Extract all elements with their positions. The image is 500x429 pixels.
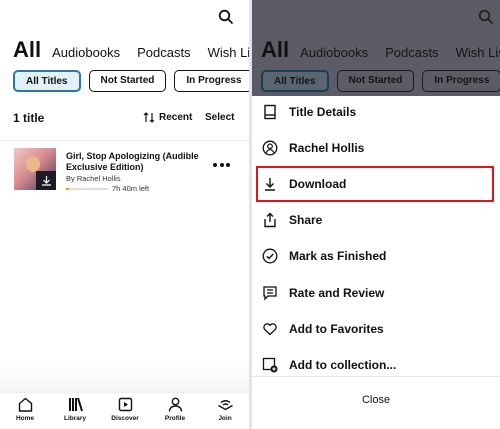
filter-not-started[interactable]: Not Started xyxy=(88,70,167,92)
menu-add-favorites-label: Add to Favorites xyxy=(289,322,384,336)
bottom-nav: Home Library Discover Profile Join xyxy=(0,392,250,429)
filter-in-progress[interactable]: In Progress xyxy=(174,70,250,92)
author-icon xyxy=(262,140,278,156)
menu-share-label: Share xyxy=(289,213,323,227)
close-button[interactable]: Close xyxy=(252,394,500,406)
tab-wishlist-dimmed: Wish List xyxy=(455,45,500,60)
sort-button[interactable]: Recent xyxy=(143,112,192,123)
sort-label: Recent xyxy=(159,112,193,123)
download-icon[interactable] xyxy=(36,171,56,190)
home-icon xyxy=(18,397,32,412)
add-collection-icon xyxy=(262,357,278,373)
profile-icon xyxy=(168,397,182,412)
menu-title-details-label: Title Details xyxy=(289,105,357,119)
discover-icon xyxy=(118,397,132,412)
menu-add-collection-label: Add to collection... xyxy=(289,358,397,372)
menu-author[interactable]: Rachel Hollis xyxy=(262,136,492,160)
nav-join-label: Join xyxy=(218,415,232,422)
menu-add-favorites[interactable]: Add to Favorites xyxy=(262,317,492,341)
book-author: By Rachel Hollis xyxy=(66,174,121,183)
filter-not-started-dimmed: Not Started xyxy=(336,70,415,92)
nav-library-label: Library xyxy=(63,415,87,422)
nav-home[interactable]: Home xyxy=(0,393,50,429)
tab-all[interactable]: All xyxy=(13,37,41,63)
more-options-button[interactable] xyxy=(213,163,233,167)
menu-mark-finished-label: Mark as Finished xyxy=(289,249,387,263)
check-circle-icon xyxy=(262,248,278,264)
nav-join[interactable]: Join xyxy=(200,393,250,429)
sheet-divider xyxy=(252,376,500,377)
nav-home-label: Home xyxy=(15,415,35,422)
menu-title-details[interactable]: Title Details xyxy=(262,100,492,124)
tab-podcasts-dimmed: Podcasts xyxy=(385,45,439,60)
share-icon xyxy=(264,212,276,228)
library-screen: All Audiobooks Podcasts Wish List All Ti… xyxy=(0,0,250,429)
menu-author-label: Rachel Hollis xyxy=(289,141,365,155)
cover-portrait xyxy=(26,156,40,172)
nav-profile[interactable]: Profile xyxy=(150,393,200,429)
search-icon xyxy=(478,9,494,25)
menu-add-collection[interactable]: Add to collection... xyxy=(262,353,492,377)
heart-icon xyxy=(263,323,277,336)
menu-rate-review-label: Rate and Review xyxy=(289,286,385,300)
filter-chips-dimmed: All Titles Not Started In Progress Do xyxy=(261,70,500,92)
filter-in-progress-dimmed: In Progress xyxy=(422,70,500,92)
listening-progress xyxy=(66,188,108,190)
select-button[interactable]: Select xyxy=(205,112,234,123)
list-fade xyxy=(0,364,250,392)
tab-podcasts[interactable]: Podcasts xyxy=(137,45,190,60)
search-icon[interactable] xyxy=(218,9,234,25)
book-title[interactable]: Girl, Stop Apologizing (Audible Exclusiv… xyxy=(66,151,206,173)
library-tabs-dimmed: All Audiobooks Podcasts Wish List xyxy=(261,37,500,63)
nav-library[interactable]: Library xyxy=(50,393,100,429)
title-count: 1 title xyxy=(13,111,45,125)
filter-chips: All Titles Not Started In Progress Do xyxy=(13,70,250,92)
book-cover[interactable] xyxy=(14,148,56,190)
sort-icon xyxy=(143,112,155,123)
time-left: 7h 40m left xyxy=(112,184,150,193)
menu-share[interactable]: Share xyxy=(262,208,492,232)
screenshot-frame: All Audiobooks Podcasts Wish List All Ti… xyxy=(0,0,500,429)
action-sheet-screen: All Audiobooks Podcasts Wish List All Ti… xyxy=(252,0,500,429)
filter-all-titles-dimmed: All Titles xyxy=(261,70,329,92)
action-sheet: Title Details Rachel Hollis Download Sha… xyxy=(252,96,500,429)
tab-all-dimmed: All xyxy=(261,37,290,62)
nav-profile-label: Profile xyxy=(164,415,186,422)
menu-mark-finished[interactable]: Mark as Finished xyxy=(262,244,492,268)
title-row[interactable]: Girl, Stop Apologizing (Audible Exclusiv… xyxy=(0,140,250,200)
library-icon xyxy=(68,397,83,412)
download-icon xyxy=(265,178,275,191)
dimmed-overlay[interactable]: All Audiobooks Podcasts Wish List All Ti… xyxy=(252,0,500,96)
library-tabs: All Audiobooks Podcasts Wish List xyxy=(13,37,250,63)
book-icon xyxy=(264,104,276,120)
audible-icon xyxy=(217,400,233,411)
review-icon xyxy=(263,286,277,301)
menu-download-label: Download xyxy=(289,177,347,191)
nav-discover-label: Discover xyxy=(111,415,139,422)
tab-audiobooks-dimmed: Audiobooks xyxy=(300,45,369,60)
menu-download[interactable]: Download xyxy=(256,166,494,202)
filter-all-titles[interactable]: All Titles xyxy=(13,70,81,92)
tab-wishlist[interactable]: Wish List xyxy=(208,45,250,60)
nav-discover[interactable]: Discover xyxy=(100,393,150,429)
tab-audiobooks[interactable]: Audiobooks xyxy=(52,45,120,60)
menu-rate-review[interactable]: Rate and Review xyxy=(262,281,492,305)
